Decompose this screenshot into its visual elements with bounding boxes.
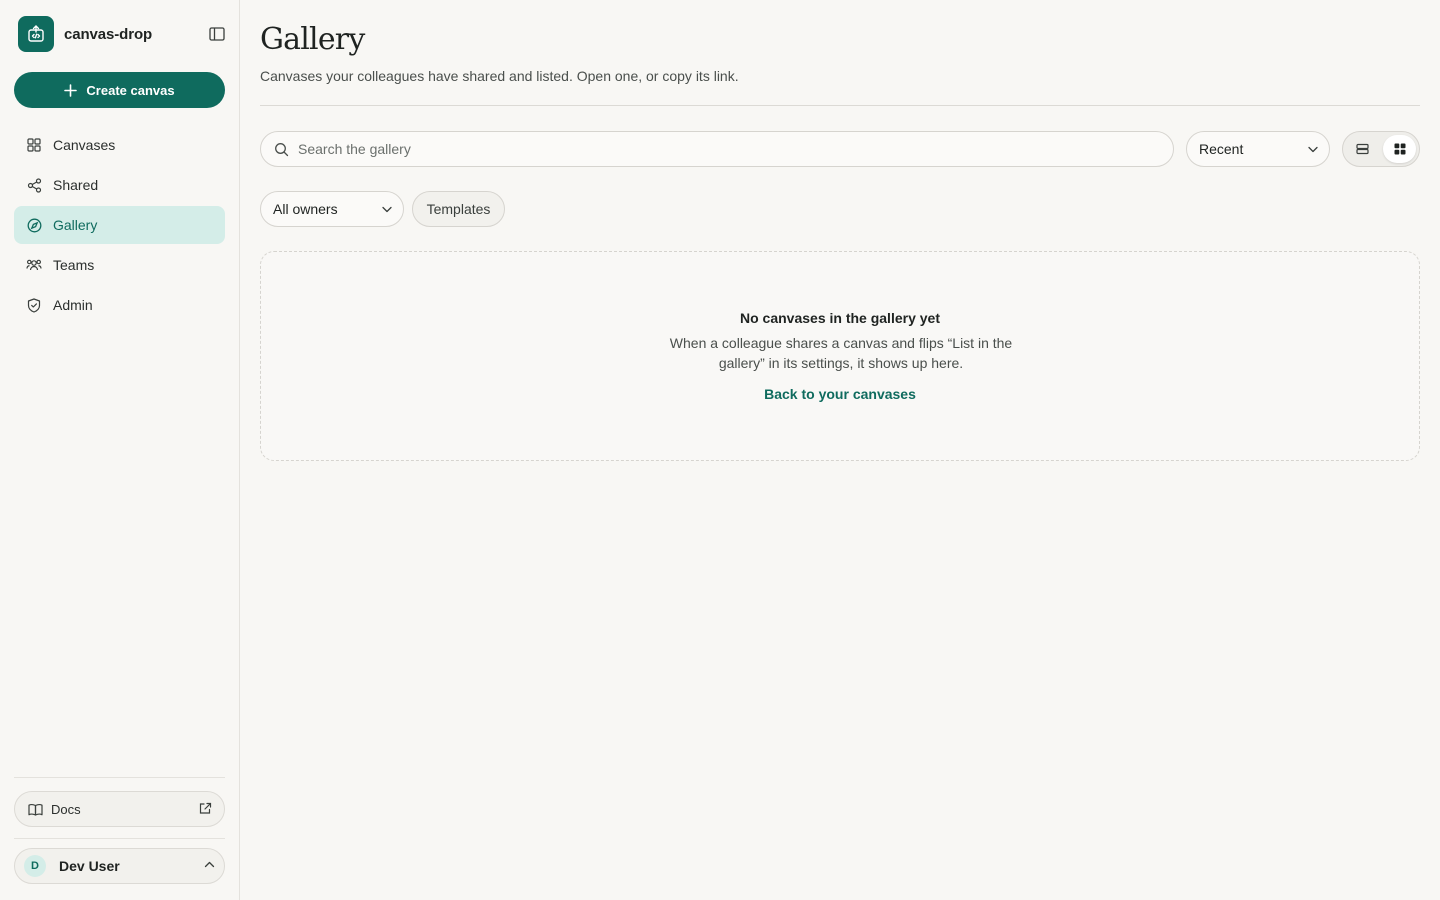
sidebar-nav: Canvases Shared Gallery Teams Admin [14, 126, 225, 326]
docs-label: Docs [51, 801, 81, 817]
page-title: Gallery [260, 22, 365, 57]
sidebar-item-admin[interactable]: Admin [14, 286, 225, 324]
brand-name: canvas-drop [64, 25, 153, 43]
create-canvas-label: Create canvas [86, 82, 175, 98]
list-view-icon [1356, 143, 1369, 155]
sidebar-divider [14, 838, 225, 839]
main-content: Gallery Canvases your colleagues have sh… [260, 0, 1420, 900]
list-view-button[interactable] [1346, 135, 1379, 163]
plus-icon [64, 83, 78, 97]
sidebar-item-gallery[interactable]: Gallery [14, 206, 225, 244]
page-subtitle: Canvases your colleagues have shared and… [260, 68, 739, 84]
create-canvas-button[interactable]: Create canvas [14, 72, 225, 108]
grid-icon [26, 137, 42, 153]
docs-link[interactable]: Docs [14, 791, 225, 827]
header-divider [260, 105, 1420, 106]
chevron-down-icon [1307, 143, 1319, 155]
templates-filter-chip[interactable]: Templates [412, 191, 505, 227]
avatar: D [24, 855, 46, 877]
brand[interactable]: canvas-drop [18, 16, 230, 52]
sidebar-divider [14, 777, 225, 778]
users-icon [26, 257, 42, 273]
owner-filter-value: All owners [273, 201, 338, 217]
owner-filter-select[interactable]: All owners [260, 191, 404, 227]
search-icon [274, 142, 289, 157]
sidebar-item-label: Canvases [53, 137, 116, 153]
sort-select-value: Recent [1199, 141, 1244, 157]
shield-icon [26, 297, 42, 313]
sidebar-item-label: Admin [53, 297, 93, 313]
sidebar: canvas-drop Create canvas Canvases Share… [0, 0, 240, 900]
sidebar-item-label: Gallery [53, 217, 98, 233]
empty-state-title: No canvases in the gallery yet [740, 310, 940, 326]
sort-select[interactable]: Recent [1186, 131, 1330, 167]
search-field[interactable] [260, 131, 1174, 167]
chevron-down-icon [381, 203, 393, 215]
sidebar-toggle-icon[interactable] [208, 25, 226, 43]
sidebar-item-label: Shared [53, 177, 99, 193]
view-toggle [1342, 131, 1420, 167]
book-icon [28, 803, 43, 816]
back-to-canvases-link[interactable]: Back to your canvases [261, 386, 1419, 402]
compass-icon [26, 217, 42, 233]
sidebar-item-canvases[interactable]: Canvases [14, 126, 225, 164]
sidebar-item-label: Teams [53, 257, 95, 273]
sidebar-item-teams[interactable]: Teams [14, 246, 225, 284]
user-menu-button[interactable]: D Dev User [14, 848, 225, 884]
share-icon [26, 177, 42, 193]
grid-view-button[interactable] [1383, 135, 1416, 163]
empty-state: No canvases in the gallery yet When a co… [260, 251, 1420, 461]
empty-state-description: When a colleague shares a canvas and fli… [669, 335, 1013, 371]
sidebar-item-shared[interactable]: Shared [14, 166, 225, 204]
upload-code-icon [18, 16, 54, 52]
search-input[interactable] [298, 141, 1138, 157]
grid-view-icon [1394, 143, 1406, 155]
external-link-icon [199, 802, 212, 815]
user-name: Dev User [59, 858, 120, 874]
chevron-up-icon [204, 861, 215, 868]
